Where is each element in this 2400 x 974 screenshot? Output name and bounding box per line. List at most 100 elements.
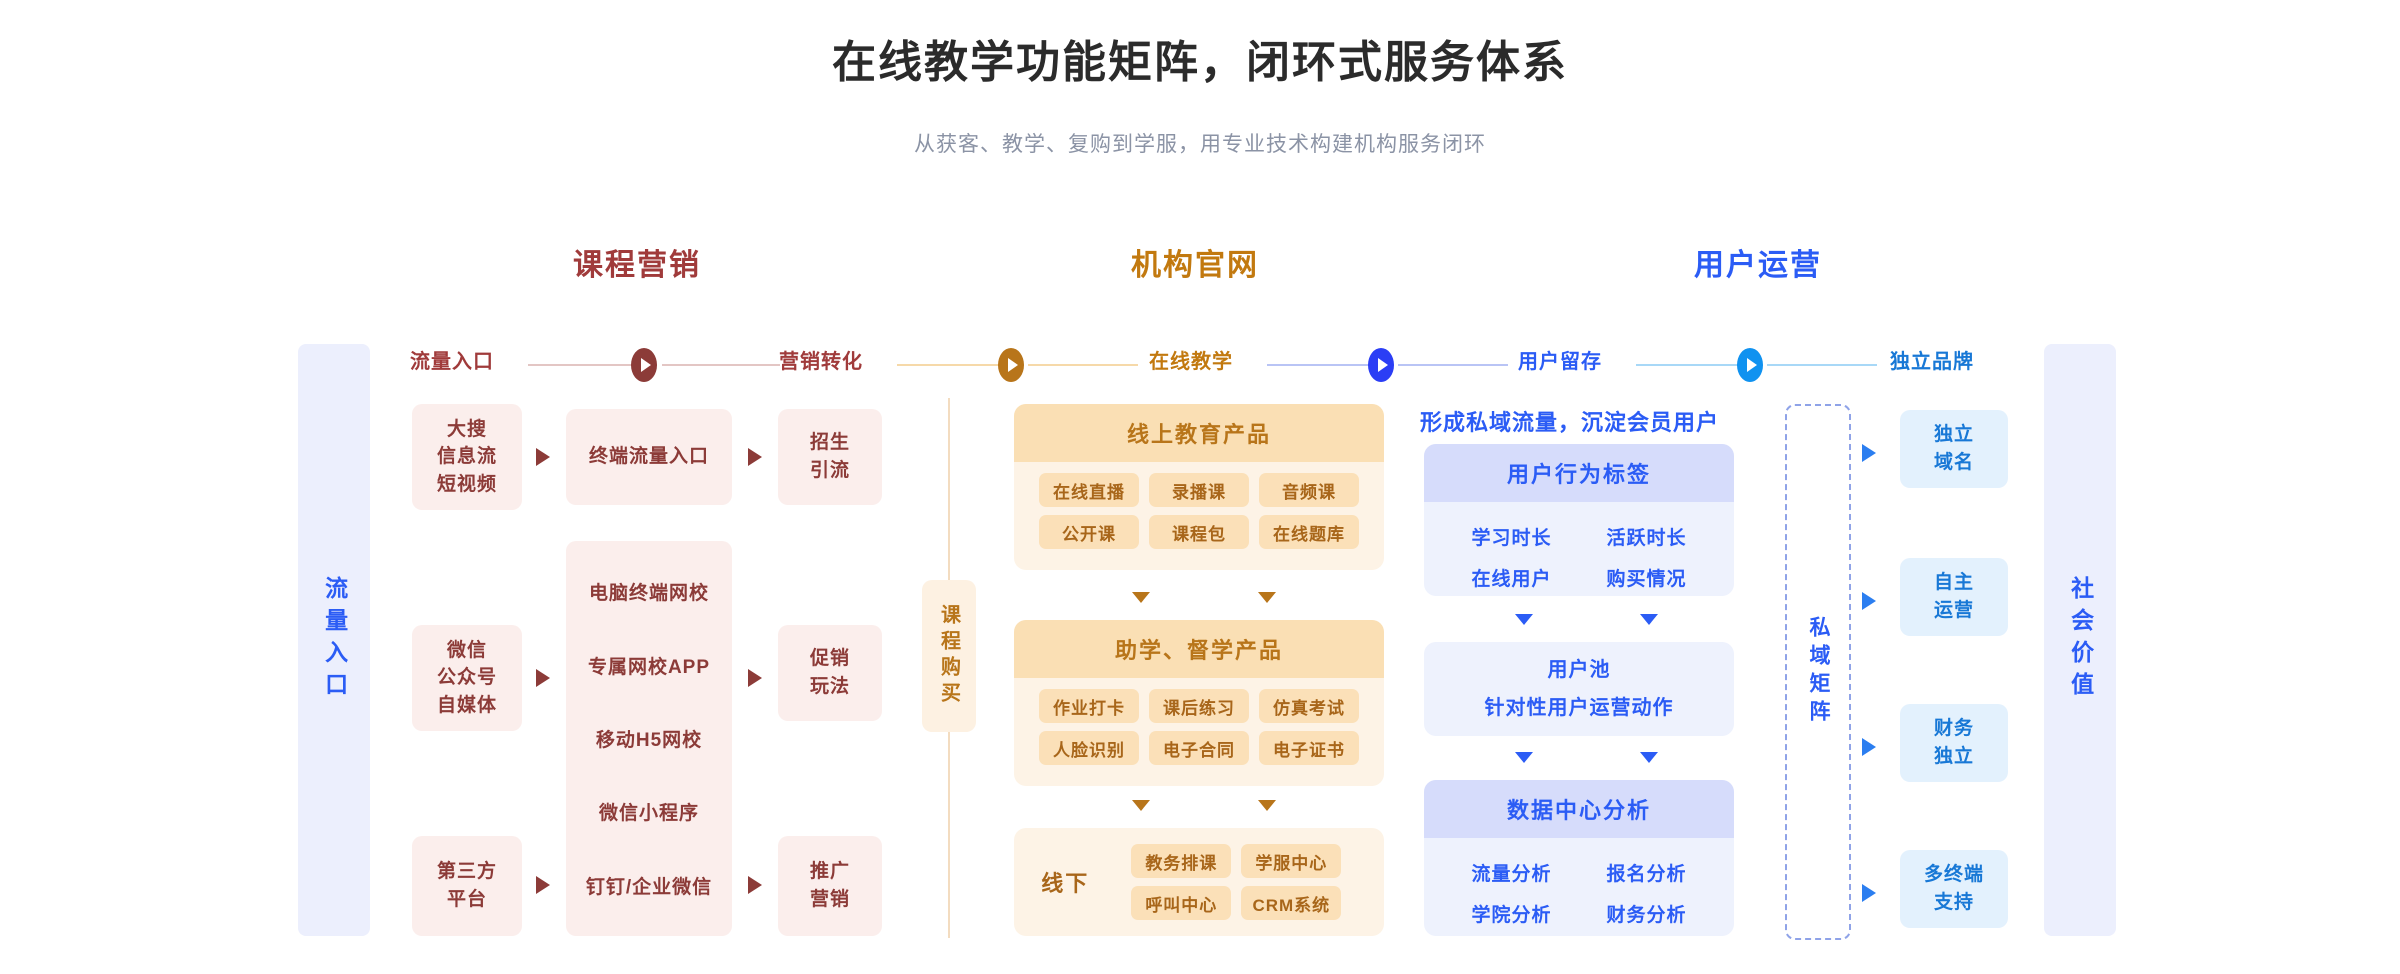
item[interactable]: 学院分析 [1444, 893, 1579, 934]
item[interactable]: 流量分析 [1444, 852, 1579, 893]
offline-label: 线下 [1041, 871, 1090, 896]
conversion-card-3[interactable]: 推广 营销 [778, 836, 882, 936]
tag[interactable]: 呼叫中心 [1131, 886, 1232, 920]
card-line: 招生 [809, 432, 850, 454]
tag[interactable]: 仿真考试 [1259, 689, 1359, 723]
card-line: 多终端 [1923, 864, 1984, 886]
private-matrix-box: 私域矩阵 [1785, 404, 1851, 940]
terminal-item: 移动H5网校 [595, 729, 703, 751]
chevron-down-icon [1515, 752, 1533, 763]
brand-card-4[interactable]: 多终端 支持 [1900, 850, 2008, 928]
teaching-panel-tutoring[interactable]: 助学、督学产品 作业打卡 课后练习 仿真考试 人脸识别 电子合同 电子证书 [1014, 620, 1384, 786]
card-line: 自主 [1933, 572, 1974, 594]
arrow-traffic-1 [536, 448, 550, 466]
left-rail-traffic-entry: 流量入口 [298, 344, 370, 936]
card-line: 公众号 [436, 667, 497, 689]
card-line: 支持 [1933, 892, 1974, 913]
panel-tags: 作业打卡 课后练习 仿真考试 人脸识别 电子合同 电子证书 [1014, 678, 1384, 778]
arrow-terminal-1 [748, 448, 762, 466]
course-purchase-card[interactable]: 课程购买 [922, 580, 976, 732]
teaching-panel-online[interactable]: 线上教育产品 在线直播 录播课 音频课 公开课 课程包 在线题库 [1014, 404, 1384, 570]
item[interactable]: 学习时长 [1444, 516, 1579, 557]
terminal-item: 微信小程序 [598, 803, 699, 825]
data-center-panel[interactable]: 数据中心分析 流量分析 报名分析 学院分析 财务分析 [1424, 780, 1734, 936]
brand-card-3[interactable]: 财务 独立 [1900, 704, 2008, 782]
rail-node-3 [1368, 348, 1394, 382]
arrow-traffic-2 [536, 669, 550, 687]
card-line: 财务 [1933, 718, 1974, 740]
page-subtitle: 从获客、教学、复购到学服，用专业技术构建机构服务闭环 [914, 133, 1486, 156]
brand-card-1[interactable]: 独立 域名 [1900, 410, 2008, 488]
rail-line-1b [662, 364, 780, 366]
card-line: 微信 [446, 639, 487, 661]
offline-tags: 教务排课 学服中心 呼叫中心 CRM系统 [1103, 844, 1370, 920]
card-line: 促销 [809, 648, 850, 670]
card-line: 独立 [1933, 424, 1974, 446]
conversion-card-2[interactable]: 促销 玩法 [778, 625, 882, 721]
tag[interactable]: 在线直播 [1039, 473, 1139, 507]
tag[interactable]: 人脸识别 [1039, 731, 1139, 765]
traffic-source-card-1[interactable]: 大搜 信息流 短视频 [412, 404, 522, 510]
tag[interactable]: CRM系统 [1241, 886, 1342, 920]
tag[interactable]: 作业打卡 [1039, 689, 1139, 723]
tag[interactable]: 录播课 [1149, 473, 1249, 507]
panel-head: 助学、督学产品 [1014, 620, 1384, 678]
chevron-down-icon [1640, 614, 1658, 625]
offline-panel[interactable]: 线下 教务排课 学服中心 呼叫中心 CRM系统 [1014, 828, 1384, 936]
card-line: 域名 [1933, 452, 1974, 473]
item[interactable]: 购买情况 [1579, 557, 1714, 596]
stage-label-conversion: 营销转化 [779, 351, 863, 373]
arrow-terminal-2 [748, 669, 762, 687]
tag[interactable]: 电子合同 [1149, 731, 1249, 765]
item[interactable]: 财务分析 [1579, 893, 1714, 934]
section-header-website: 机构官网 [1131, 249, 1259, 282]
traffic-source-card-2[interactable]: 微信 公众号 自媒体 [412, 625, 522, 731]
terminal-item: 电脑终端网校 [588, 583, 709, 605]
rail-node-1 [631, 348, 657, 382]
panel-head: 用户行为标签 [1424, 444, 1734, 502]
arrow-brand-3 [1862, 738, 1876, 756]
conversion-card-1[interactable]: 招生 引流 [778, 409, 882, 505]
tag[interactable]: 课后练习 [1149, 689, 1249, 723]
arrow-brand-2 [1862, 592, 1876, 610]
card-line: 信息流 [436, 446, 497, 468]
section-header-operation: 用户运营 [1694, 249, 1822, 282]
user-tag-panel[interactable]: 用户行为标签 学习时长 活跃时长 在线用户 购买情况 [1424, 444, 1734, 596]
brand-card-2[interactable]: 自主 运营 [1900, 558, 2008, 636]
card-line: 引流 [809, 460, 850, 481]
chevron-down-icon [1515, 614, 1533, 625]
arrow-brand-4 [1862, 884, 1876, 902]
card-line: 平台 [446, 889, 487, 910]
terminal-item: 钉钉/企业微信 [585, 876, 713, 898]
chevron-down-icon [1258, 592, 1276, 603]
panel-items: 学习时长 活跃时长 在线用户 购买情况 [1424, 502, 1734, 596]
traffic-source-card-3[interactable]: 第三方 平台 [412, 836, 522, 936]
panel-items: 流量分析 报名分析 学院分析 财务分析 [1424, 838, 1734, 936]
panel-head: 数据中心分析 [1424, 780, 1734, 838]
tag[interactable]: 公开课 [1039, 515, 1139, 549]
tag[interactable]: 在线题库 [1259, 515, 1359, 549]
chevron-down-icon [1132, 800, 1150, 811]
tag[interactable]: 音频课 [1259, 473, 1359, 507]
card-line: 大搜 [446, 418, 487, 440]
item[interactable]: 在线用户 [1444, 557, 1579, 596]
pool-line-1: 用户池 [1547, 659, 1611, 681]
card-line: 短视频 [436, 473, 497, 495]
pool-line-2: 针对性用户运营动作 [1484, 697, 1674, 719]
item[interactable]: 活跃时长 [1579, 516, 1714, 557]
user-pool-panel[interactable]: 用户池 针对性用户运营动作 [1424, 642, 1734, 736]
terminal-entry-card[interactable]: 终端流量入口 [566, 409, 732, 505]
tag[interactable]: 电子证书 [1259, 731, 1359, 765]
terminal-item: 专属网校APP [587, 656, 711, 678]
tag[interactable]: 教务排课 [1131, 844, 1232, 878]
chevron-down-icon [1132, 592, 1150, 603]
rail-line-2 [897, 364, 1007, 366]
card-line: 终端流量入口 [588, 446, 709, 468]
tag[interactable]: 课程包 [1149, 515, 1249, 549]
rail-line-2b [1028, 364, 1138, 366]
item[interactable]: 报名分析 [1579, 852, 1714, 893]
tag[interactable]: 学服中心 [1241, 844, 1342, 878]
card-line: 独立 [1933, 746, 1974, 767]
right-rail-label: 社会价值 [2067, 576, 2094, 704]
terminal-list-card[interactable]: 电脑终端网校 专属网校APP 移动H5网校 微信小程序 钉钉/企业微信 [566, 541, 732, 936]
